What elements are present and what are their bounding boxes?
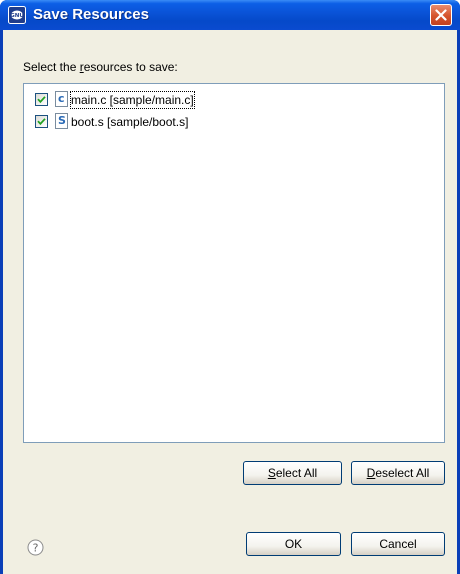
list-item[interactable]: S boot.s [sample/boot.s] bbox=[24, 112, 444, 132]
title-bar[interactable]: GNU Save Resources bbox=[0, 0, 460, 30]
select-all-button[interactable]: Select All bbox=[243, 461, 342, 485]
checkbox[interactable] bbox=[35, 93, 48, 106]
deselect-all-button[interactable]: Deselect All bbox=[351, 461, 445, 485]
cancel-button[interactable]: Cancel bbox=[351, 532, 445, 556]
resources-list[interactable]: c main.c [sample/main.c] S boot.s [sampl… bbox=[23, 83, 445, 443]
checkmark-icon bbox=[37, 96, 46, 104]
window-title: Save Resources bbox=[33, 6, 149, 23]
file-icon-glyph: S bbox=[58, 114, 66, 127]
resource-label: main.c [sample/main.c] bbox=[70, 91, 195, 109]
select-all-mnemonic: S bbox=[267, 466, 276, 480]
close-button[interactable] bbox=[430, 4, 452, 26]
c-file-icon: c bbox=[55, 91, 68, 107]
file-icon-glyph: c bbox=[58, 92, 65, 105]
list-item[interactable]: c main.c [sample/main.c] bbox=[24, 90, 444, 110]
ok-button[interactable]: OK bbox=[246, 532, 341, 556]
close-icon bbox=[435, 9, 447, 21]
checkmark-icon bbox=[37, 118, 46, 126]
resource-label: boot.s [sample/boot.s] bbox=[71, 115, 189, 129]
deselect-all-label: eselect All bbox=[375, 466, 430, 480]
dialog-window: GNU Save Resources Select the resources … bbox=[0, 0, 460, 574]
dialog-body: Select the resources to save: c main.c [… bbox=[3, 30, 457, 574]
dialog-content: Select the resources to save: c main.c [… bbox=[3, 30, 457, 574]
prompt-prefix: Select the bbox=[23, 60, 80, 74]
deselect-all-mnemonic: D bbox=[366, 466, 376, 480]
select-all-label: elect All bbox=[275, 466, 318, 480]
prompt-suffix: esources to save: bbox=[83, 60, 178, 74]
s-file-icon: S bbox=[55, 113, 68, 129]
prompt-label: Select the resources to save: bbox=[23, 60, 178, 74]
svg-text:?: ? bbox=[33, 542, 39, 555]
gnu-icon: GNU bbox=[8, 6, 26, 24]
help-icon[interactable]: ? bbox=[27, 539, 44, 556]
svg-text:GNU: GNU bbox=[10, 13, 24, 19]
checkbox[interactable] bbox=[35, 115, 48, 128]
